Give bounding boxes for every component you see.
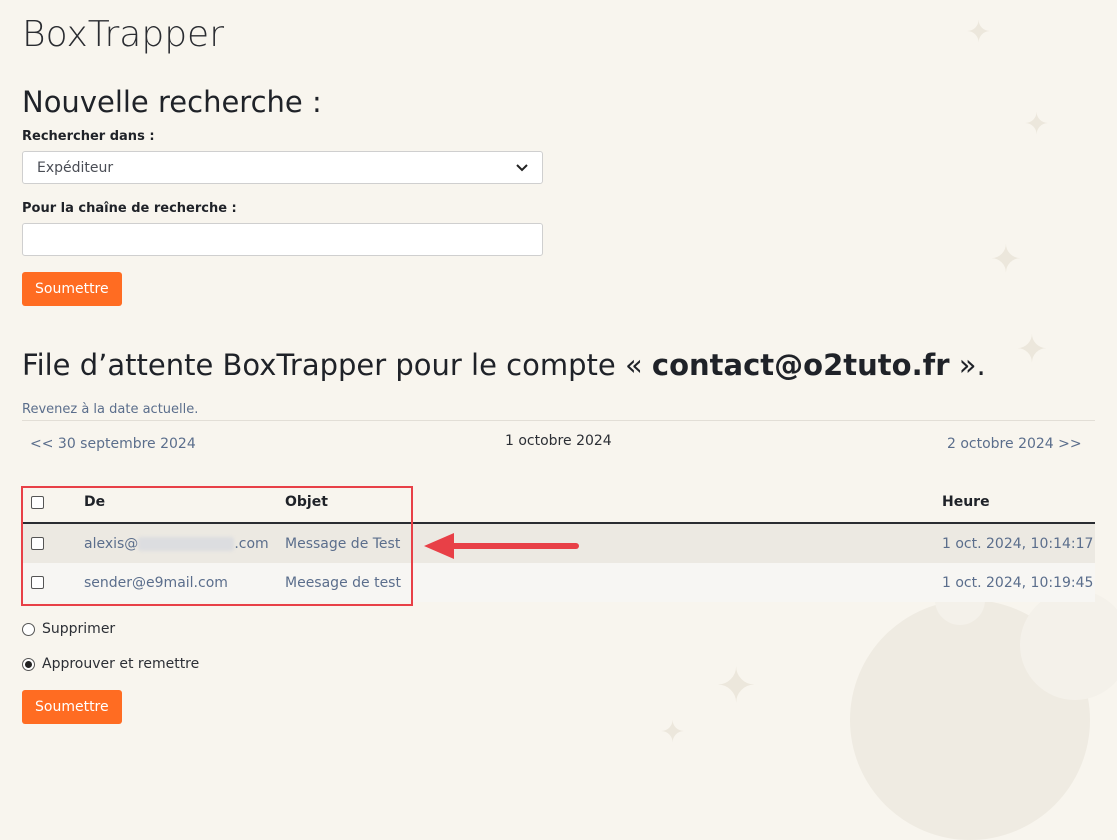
decor-circle xyxy=(1020,590,1117,700)
back-to-today-link[interactable]: Revenez à la date actuelle. xyxy=(22,402,198,417)
action-submit-button[interactable]: Soumettre xyxy=(22,690,122,724)
search-in-select[interactable]: Expéditeur xyxy=(22,151,543,184)
app-title: BoxTrapper xyxy=(22,14,225,55)
arrow-left-icon xyxy=(424,533,579,559)
delete-radio[interactable] xyxy=(22,622,35,636)
approve-label: Approuver et remettre xyxy=(42,656,200,672)
search-heading: Nouvelle recherche : xyxy=(22,85,322,119)
approve-radio[interactable] xyxy=(22,657,35,671)
decor-circle xyxy=(850,600,1090,840)
query-label: Pour la chaîne de recherche : xyxy=(22,201,237,216)
sparkle-icon: ✦ xyxy=(990,237,1022,281)
divider xyxy=(22,420,1095,421)
search-submit-button[interactable]: Soumettre xyxy=(22,272,122,306)
row-time: 1 oct. 2024, 10:14:17 xyxy=(942,523,1095,563)
current-date: 1 octobre 2024 xyxy=(505,433,612,449)
queue-title: File d’attente BoxTrapper pour le compte… xyxy=(22,348,986,382)
sparkle-icon: ✦ xyxy=(660,715,686,750)
highlight-box xyxy=(21,486,413,606)
sparkle-icon: ✦ xyxy=(1016,327,1048,371)
delete-label: Supprimer xyxy=(42,621,116,637)
row-time: 1 oct. 2024, 10:19:45 xyxy=(942,563,1095,602)
next-date-link[interactable]: 2 octobre 2024 >> xyxy=(947,436,1082,452)
column-header-time[interactable]: Heure xyxy=(942,482,1095,524)
search-in-value: Expéditeur xyxy=(37,159,114,176)
prev-date-link[interactable]: << 30 septembre 2024 xyxy=(30,436,196,452)
search-query-input[interactable] xyxy=(22,223,543,256)
delete-option[interactable]: Supprimer xyxy=(22,621,115,637)
queue-title-prefix: File d’attente BoxTrapper pour le compte… xyxy=(22,348,652,382)
queue-account: contact@o2tuto.fr xyxy=(651,348,950,382)
sparkle-icon: ✦ xyxy=(716,658,757,714)
sparkle-icon: ✦ xyxy=(1024,107,1050,142)
approve-option[interactable]: Approuver et remettre xyxy=(22,656,199,672)
sparkle-icon: ✦ xyxy=(966,15,992,50)
search-in-label: Rechercher dans : xyxy=(22,129,155,144)
queue-title-suffix: ». xyxy=(949,348,986,382)
chevron-down-icon xyxy=(516,161,528,175)
